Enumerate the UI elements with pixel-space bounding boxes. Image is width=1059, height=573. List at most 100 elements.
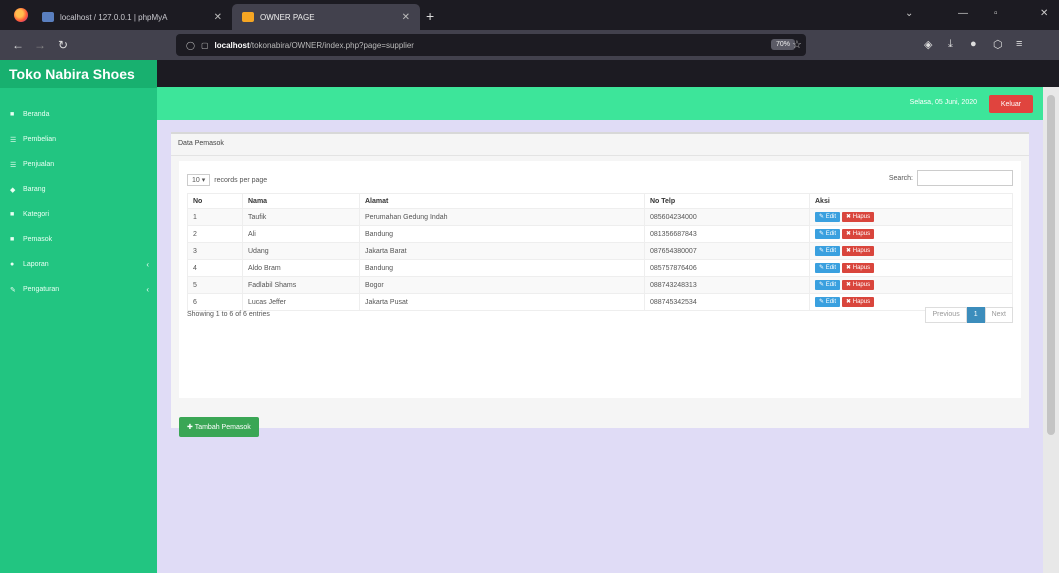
cell-telp: 088745342534 — [644, 293, 810, 311]
pagination-previous[interactable]: Previous — [925, 307, 967, 323]
edit-button[interactable]: ✎ Edit — [815, 297, 841, 307]
panel-title: Data Pemasok — [171, 134, 1029, 156]
close-tab-icon[interactable]: ✕ — [402, 12, 410, 23]
cell-aksi: ✎ Edit ✖ Hapus — [809, 208, 1013, 226]
url-host: localhost — [214, 40, 250, 50]
edit-button[interactable]: ✎ Edit — [815, 246, 841, 256]
edit-button[interactable]: ✎ Edit — [815, 280, 841, 290]
close-window-icon[interactable]: ✕ — [1040, 8, 1048, 19]
page-length-select[interactable]: 10 ▾ — [187, 174, 211, 186]
folder-icon: ■ — [10, 211, 15, 218]
current-date: Selasa, 05 Juni, 2020 — [909, 99, 977, 106]
address-bar[interactable]: ◯ ▢ localhost /tokonabira/OWNER/index.ph… — [176, 34, 806, 56]
page-info-icon[interactable]: ▢ — [201, 41, 209, 50]
cell-no: 4 — [187, 259, 243, 277]
pocket-icon[interactable]: ◈ — [924, 38, 932, 51]
pagination-page-1[interactable]: 1 — [966, 307, 985, 323]
sidebar: Toko Nabira Shoes ■ Beranda ☰ Pembelian … — [0, 60, 157, 573]
edit-button[interactable]: ✎ Edit — [815, 212, 841, 222]
sidebar-item-laporan[interactable]: ● Laporan ‹ — [0, 252, 157, 277]
table-row: 4 Aldo Bram Bandung 085757876406 ✎ Edit ✖… — [187, 259, 1013, 277]
pagination: Previous 1 Next — [925, 307, 1013, 323]
sidebar-item-label: Pengaturan — [23, 286, 60, 293]
truck-icon: ■ — [10, 236, 15, 243]
scrollbar-thumb[interactable] — [1047, 95, 1055, 435]
delete-button[interactable]: ✖ Hapus — [842, 229, 875, 239]
sidebar-item-label: Pemasok — [23, 236, 53, 243]
delete-button[interactable]: ✖ Hapus — [842, 280, 875, 290]
extensions-icon[interactable]: ⬡ — [993, 38, 1003, 51]
cell-alamat: Bandung — [359, 225, 645, 243]
brand-logo[interactable]: Toko Nabira Shoes — [0, 60, 157, 88]
sidebar-item-kategori[interactable]: ■ Kategori — [0, 202, 157, 227]
maximize-icon[interactable]: ▫ — [994, 8, 998, 19]
sidebar-item-label: Pembelian — [23, 136, 57, 143]
add-supplier-button[interactable]: ✚ Tambah Pemasok — [179, 417, 259, 437]
tab-list-chevron-icon[interactable]: ⌄ — [905, 8, 913, 19]
delete-button[interactable]: ✖ Hapus — [842, 212, 875, 222]
supplier-table: No Nama Alamat No Telp Aksi 1 Taufik Per… — [187, 193, 1013, 311]
cell-telp: 085604234000 — [644, 208, 810, 226]
list-icon: ☰ — [10, 161, 17, 169]
column-header-aksi: Aksi — [809, 193, 1013, 209]
cell-no: 6 — [187, 293, 243, 311]
cell-alamat: Jakarta Barat — [359, 242, 645, 260]
delete-button[interactable]: ✖ Hapus — [842, 297, 875, 307]
sidebar-item-barang[interactable]: ◆ Barang — [0, 177, 157, 202]
cell-no: 5 — [187, 276, 243, 294]
browser-tab-phpmyadmin[interactable]: localhost / 127.0.0.1 | phpMyA ✕ — [32, 4, 232, 30]
table-row: 1 Taufik Perumahan Gedung Indah 08560423… — [187, 208, 1013, 226]
forward-icon[interactable]: → — [34, 38, 46, 52]
cell-telp: 081356687843 — [644, 225, 810, 243]
cell-telp: 085757876406 — [644, 259, 810, 277]
menu-icon[interactable]: ≡ — [1016, 38, 1022, 50]
browser-tab-owner-page[interactable]: OWNER PAGE ✕ — [232, 4, 420, 30]
table-row: 3 Udang Jakarta Barat 087654380007 ✎ Edi… — [187, 242, 1013, 260]
phpmyadmin-favicon-icon — [42, 12, 54, 22]
column-header-nama[interactable]: Nama — [242, 193, 360, 209]
cell-nama: Lucas Jeffer — [242, 293, 360, 311]
account-icon[interactable]: ● — [970, 38, 977, 50]
cell-no: 1 — [187, 208, 243, 226]
cell-telp: 087654380007 — [644, 242, 810, 260]
back-icon[interactable]: ← — [12, 38, 24, 52]
sidebar-item-pengaturan[interactable]: ✎ Pengaturan ‹ — [0, 277, 157, 302]
sidebar-item-pembelian[interactable]: ☰ Pembelian — [0, 127, 157, 152]
column-header-no-telp[interactable]: No Telp — [644, 193, 810, 209]
cell-alamat: Jakarta Pusat — [359, 293, 645, 311]
file-icon: ● — [10, 261, 15, 268]
reload-icon[interactable]: ↻ — [58, 38, 68, 52]
search-input[interactable] — [917, 170, 1013, 186]
pagination-next[interactable]: Next — [984, 307, 1013, 323]
chevron-left-icon: ‹ — [146, 285, 149, 294]
column-header-no[interactable]: No — [187, 193, 243, 209]
cell-alamat: Bandung — [359, 259, 645, 277]
sidebar-item-label: Laporan — [23, 261, 49, 268]
main-content: Data Pemasok 10 ▾ records per page Searc… — [157, 120, 1043, 573]
download-icon[interactable]: ⤓ — [948, 38, 953, 51]
cell-alamat: Bogor — [359, 276, 645, 294]
delete-button[interactable]: ✖ Hapus — [842, 263, 875, 273]
edit-button[interactable]: ✎ Edit — [815, 263, 841, 273]
app-header: Selasa, 05 Juni, 2020 Keluar — [157, 87, 1043, 120]
minimize-icon[interactable]: — — [958, 8, 968, 19]
page-scrollbar[interactable] — [1043, 87, 1059, 573]
delete-button[interactable]: ✖ Hapus — [842, 246, 875, 256]
tab-title: localhost / 127.0.0.1 | phpMyA — [60, 12, 168, 22]
bookmark-star-icon[interactable]: ☆ — [792, 38, 802, 51]
sidebar-item-penjualan[interactable]: ☰ Penjualan — [0, 152, 157, 177]
list-icon: ☰ — [10, 136, 17, 144]
shield-icon: ◯ — [186, 40, 195, 50]
page-favicon-icon — [242, 12, 254, 22]
sidebar-item-label: Barang — [23, 186, 46, 193]
column-header-alamat[interactable]: Alamat — [359, 193, 645, 209]
sidebar-item-beranda[interactable]: ■ Beranda — [0, 102, 157, 127]
cell-no: 3 — [187, 242, 243, 260]
close-tab-icon[interactable]: ✕ — [214, 12, 222, 23]
logout-button[interactable]: Keluar — [989, 95, 1033, 113]
cell-telp: 088743248313 — [644, 276, 810, 294]
table-row: 6 Lucas Jeffer Jakarta Pusat 08874534253… — [187, 293, 1013, 311]
edit-button[interactable]: ✎ Edit — [815, 229, 841, 239]
new-tab-icon[interactable]: + — [426, 8, 434, 24]
sidebar-item-pemasok[interactable]: ■ Pemasok — [0, 227, 157, 252]
